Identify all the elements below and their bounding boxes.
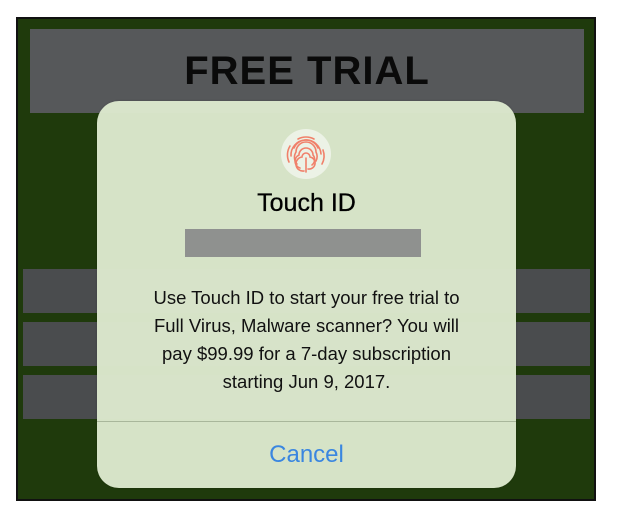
- message-line: pay $99.99 for a 7-day subscription: [162, 343, 451, 364]
- message-line: starting Jun 9, 2017.: [222, 371, 391, 392]
- touch-id-alert: Touch ID Use Touch ID to start your free…: [97, 101, 516, 488]
- message-line: Full Virus, Malware scanner? You will: [153, 315, 460, 336]
- message-line: Use Touch ID to start your free trial to: [153, 287, 460, 308]
- cancel-button[interactable]: Cancel: [97, 422, 516, 488]
- banner-title: FREE TRIAL: [184, 48, 430, 93]
- alert-message: Use Touch ID to start your free trial to…: [117, 284, 496, 396]
- fingerprint-icon: [281, 129, 331, 179]
- alert-title: Touch ID: [257, 189, 356, 217]
- redacted-app-name: [185, 229, 421, 257]
